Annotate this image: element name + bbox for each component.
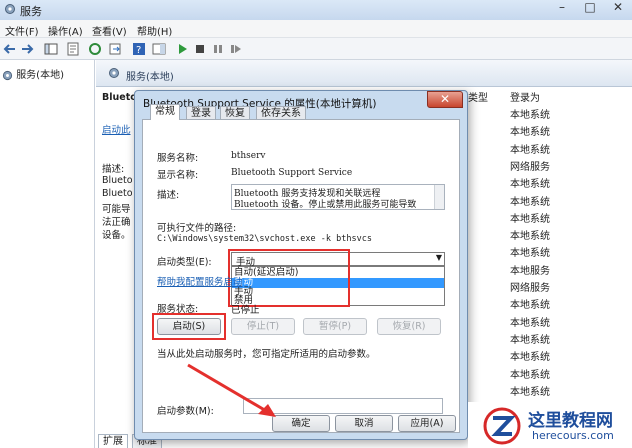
pause-service-icon[interactable] bbox=[211, 42, 225, 56]
maximize-button[interactable]: □ bbox=[576, 0, 604, 16]
logon-cell: 本地系统 bbox=[510, 231, 550, 243]
logon-cell: 本地系统 bbox=[510, 369, 550, 381]
tab-logon[interactable]: 登录 bbox=[186, 106, 216, 120]
forward-arrow-icon[interactable] bbox=[20, 42, 34, 56]
logon-cell: 网络服务 bbox=[510, 161, 550, 173]
desc-start-link[interactable]: 启动此 bbox=[102, 122, 131, 136]
minimize-button[interactable]: – bbox=[548, 0, 576, 16]
service-status-value: 已停止 bbox=[231, 305, 260, 316]
service-name-label: 服务名称: bbox=[157, 153, 199, 164]
watermark-url: herecours.com bbox=[532, 429, 614, 442]
show-hide-pane-icon[interactable] bbox=[152, 42, 166, 56]
desc-service-name: Blueto bbox=[102, 92, 137, 103]
logon-cell: 本地系统 bbox=[510, 386, 550, 398]
toolbar: ? bbox=[0, 38, 632, 60]
resume-button[interactable]: 恢复(R) bbox=[377, 318, 441, 335]
site-logo-icon bbox=[483, 407, 521, 445]
menu-action[interactable]: 操作(A) bbox=[48, 23, 83, 38]
desc-line: Blueto bbox=[102, 175, 133, 186]
chevron-down-icon: ▼ bbox=[435, 253, 442, 262]
logon-cell: 本地系统 bbox=[510, 213, 550, 225]
tab-recovery[interactable]: 恢复 bbox=[220, 106, 250, 120]
description-label: 描述: bbox=[157, 190, 180, 201]
logon-cell: 网络服务 bbox=[510, 283, 550, 294]
logon-cell: 本地系统 bbox=[510, 179, 550, 191]
desc-line: 可能导 bbox=[102, 204, 131, 215]
tree-item-label: 服务(本地) bbox=[16, 70, 64, 81]
services-gear-icon bbox=[2, 70, 13, 80]
desc-line: 设备。 bbox=[102, 230, 131, 241]
watermark: 这里教程网 herecours.com bbox=[468, 402, 632, 448]
column-header-logon-as[interactable]: 登录为 bbox=[510, 89, 540, 104]
logon-cell: 本地系统 bbox=[510, 317, 550, 329]
start-service-icon[interactable] bbox=[175, 42, 189, 56]
startup-type-label: 启动类型(E): bbox=[157, 257, 212, 268]
menu-bar: 文件(F) 操作(A) 查看(V) 帮助(H) bbox=[0, 20, 632, 38]
exe-path-label: 可执行文件的路径: bbox=[157, 223, 237, 234]
svg-text:?: ? bbox=[136, 45, 141, 56]
results-header-label: 服务(本地) bbox=[126, 72, 174, 83]
description-scrollbar[interactable] bbox=[434, 185, 444, 209]
desc-line: Blueto bbox=[102, 188, 133, 199]
watermark-title: 这里教程网 bbox=[528, 411, 613, 431]
stop-service-icon[interactable] bbox=[193, 42, 207, 56]
menu-file[interactable]: 文件(F) bbox=[5, 23, 39, 38]
services-gear-icon bbox=[109, 68, 119, 78]
description-box[interactable]: Bluetooth 服务支持发现和关联远程 Bluetooth 设备。停止或禁用… bbox=[231, 184, 445, 210]
logon-cell: 本地系统 bbox=[510, 248, 550, 260]
console-tree-pane: 服务(本地) bbox=[0, 60, 95, 448]
menu-view[interactable]: 查看(V) bbox=[92, 23, 127, 38]
window-titlebar: 服务 – □ ✕ bbox=[0, 0, 632, 20]
properties-icon[interactable] bbox=[66, 42, 80, 56]
menu-help[interactable]: 帮助(H) bbox=[137, 23, 172, 38]
logon-cell: 本地系统 bbox=[510, 300, 550, 312]
refresh-icon[interactable] bbox=[88, 42, 102, 56]
logon-cell: 本地系统 bbox=[510, 352, 550, 364]
startup-highlight-box bbox=[228, 249, 350, 307]
back-arrow-icon[interactable] bbox=[3, 42, 17, 56]
tab-dependencies[interactable]: 依存关系 bbox=[256, 106, 306, 120]
annotation-arrow bbox=[187, 363, 276, 417]
close-button[interactable]: ✕ bbox=[604, 0, 632, 16]
tab-extended[interactable]: 扩展 bbox=[98, 434, 128, 448]
logon-cell: 本地系统 bbox=[510, 334, 550, 346]
desc-line: 法正确 bbox=[102, 217, 131, 228]
dialog-close-button[interactable]: ✕ bbox=[427, 91, 463, 108]
help-configure-link[interactable]: 帮助我配置服务启动 bbox=[157, 274, 243, 288]
logon-cell: 本地系统 bbox=[510, 144, 550, 156]
export-list-icon[interactable] bbox=[108, 42, 122, 56]
pause-button[interactable]: 暂停(P) bbox=[303, 318, 367, 335]
logon-cell: 本地系统 bbox=[510, 127, 550, 139]
window-title: 服务 bbox=[20, 5, 42, 18]
logon-cell: 本地系统 bbox=[510, 196, 550, 208]
exe-path-value: C:\Windows\system32\svchost.exe -k bthsv… bbox=[157, 234, 372, 244]
tab-general[interactable]: 常规 bbox=[150, 104, 180, 120]
help-icon[interactable]: ? bbox=[132, 42, 146, 56]
restart-service-icon[interactable] bbox=[229, 42, 243, 56]
services-gear-icon bbox=[5, 4, 15, 14]
display-name-label: 显示名称: bbox=[157, 170, 199, 181]
service-name-value: bthserv bbox=[231, 151, 266, 161]
apply-button[interactable]: 应用(A) bbox=[398, 415, 456, 432]
column-header-startup-type[interactable]: 类型 bbox=[468, 89, 488, 104]
display-name-value: Bluetooth Support Service bbox=[231, 168, 353, 178]
description-line: Bluetooth 设备。停止或禁用此服务可能导致 bbox=[234, 200, 417, 210]
start-params-hint: 当从此处启动服务时，您可指定所适用的启动参数。 bbox=[157, 349, 376, 360]
start-highlight-box bbox=[152, 313, 226, 340]
cancel-button[interactable]: 取消 bbox=[335, 415, 393, 432]
tree-item-services-local[interactable]: 服务(本地) bbox=[2, 66, 64, 81]
logon-cell: 本地系统 bbox=[510, 110, 550, 121]
stop-button[interactable]: 停止(T) bbox=[231, 318, 295, 335]
logon-cell: 本地服务 bbox=[510, 265, 550, 277]
console-tree-icon[interactable] bbox=[44, 42, 58, 56]
desc-label: 描述: bbox=[102, 164, 125, 175]
results-header: 服务(本地) bbox=[96, 60, 632, 87]
